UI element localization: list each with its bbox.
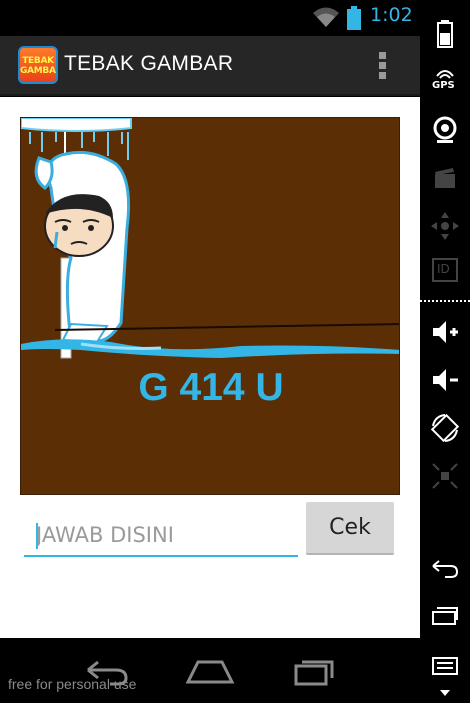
- recent-apps-icon[interactable]: [429, 600, 461, 632]
- side-divider: [420, 300, 470, 302]
- app-logo-line2: GAMBAR: [20, 66, 56, 76]
- watermark: free for personal use: [8, 676, 137, 692]
- gps-icon[interactable]: GPS: [429, 66, 461, 98]
- overflow-menu-icon[interactable]: [370, 50, 396, 82]
- id-label: ID: [437, 262, 450, 276]
- gps-label: GPS: [432, 80, 455, 91]
- status-bar: 1:02: [0, 0, 420, 36]
- media-icon[interactable]: [429, 162, 461, 194]
- volume-up-icon[interactable]: [429, 316, 461, 348]
- recent-apps-icon[interactable]: [290, 652, 342, 688]
- app-logo-line1: TEBAK: [22, 56, 54, 66]
- menu-icon[interactable]: [429, 650, 461, 682]
- home-icon[interactable]: [184, 652, 236, 688]
- rotate-icon[interactable]: [429, 412, 461, 444]
- navigation-bar: free for personal use: [0, 638, 420, 703]
- text-cursor: [36, 523, 38, 549]
- chevron-down-icon[interactable]: [440, 690, 450, 698]
- id-icon[interactable]: ID: [432, 258, 458, 282]
- emulator-side-panel: GPS ID: [420, 0, 470, 703]
- side-spacer: [420, 508, 470, 510]
- dpad-icon[interactable]: [429, 210, 461, 242]
- status-time: 1:02: [370, 4, 413, 26]
- wifi-icon: [313, 7, 339, 27]
- answer-input[interactable]: [24, 515, 298, 557]
- battery-icon: [347, 6, 361, 30]
- puzzle-illustration: [21, 118, 399, 359]
- back-icon[interactable]: [429, 552, 461, 584]
- app-title: TEBAK GAMBAR: [64, 52, 234, 75]
- phone-screen: 1:02 TEBAK GAMBAR TEBAK GAMBAR: [0, 0, 420, 703]
- app-logo: TEBAK GAMBAR: [18, 46, 58, 84]
- puzzle-image: G 414 U: [20, 117, 400, 495]
- battery-icon[interactable]: [429, 18, 461, 50]
- puzzle-answer-hint: G 414 U: [138, 366, 284, 409]
- volume-down-icon[interactable]: [429, 364, 461, 396]
- scale-icon[interactable]: [429, 460, 461, 492]
- main-content: G 414 U Cek: [0, 97, 420, 638]
- camera-icon[interactable]: [429, 114, 461, 146]
- check-button[interactable]: Cek: [306, 502, 394, 555]
- action-bar: TEBAK GAMBAR TEBAK GAMBAR: [0, 36, 420, 96]
